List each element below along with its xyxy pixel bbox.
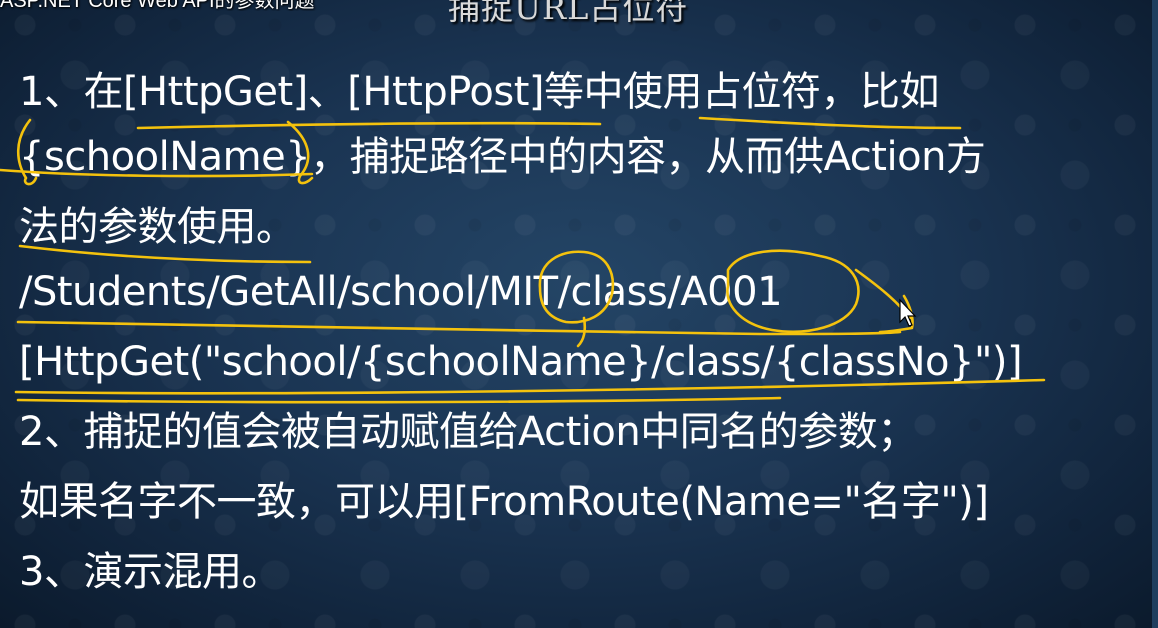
annotation-underline [16,396,782,404]
slide-line-2: {schoolName}，捕捉路径中的内容，从而供Action方 [19,134,986,180]
annotation-underline [136,121,602,130]
slide-line-4: /Students/GetAll/school/MIT/class/A001 [19,269,783,315]
mouse-pointer-icon [899,298,917,327]
slide-line-3: 法的参数使用。 [19,204,296,250]
window-right-edge [1152,0,1158,628]
annotation-underline [698,116,962,130]
slide-line-5: [HttpGet("school/{schoolName}/class/{cla… [19,339,1023,385]
slide-canvas: ASP.NET Core Web API的参数问题 捕捉URL占位符 1、在[H… [0,0,1158,628]
annotation-underline [16,320,902,336]
slide-line-1: 1、在[HttpGet]、[HttpPost]等中使用占位符，比如 [19,69,940,115]
slide-line-7: 如果名字不一致，可以用[FromRoute(Name="名字")] [19,479,989,525]
slide-title: 捕捉URL占位符 [448,0,689,27]
slide-line-6: 2、捕捉的值会被自动赋值给Action中同名的参数； [19,409,917,455]
slide-line-8: 3、演示混用。 [19,549,281,595]
window-title: ASP.NET Core Web API的参数问题 [0,0,315,11]
